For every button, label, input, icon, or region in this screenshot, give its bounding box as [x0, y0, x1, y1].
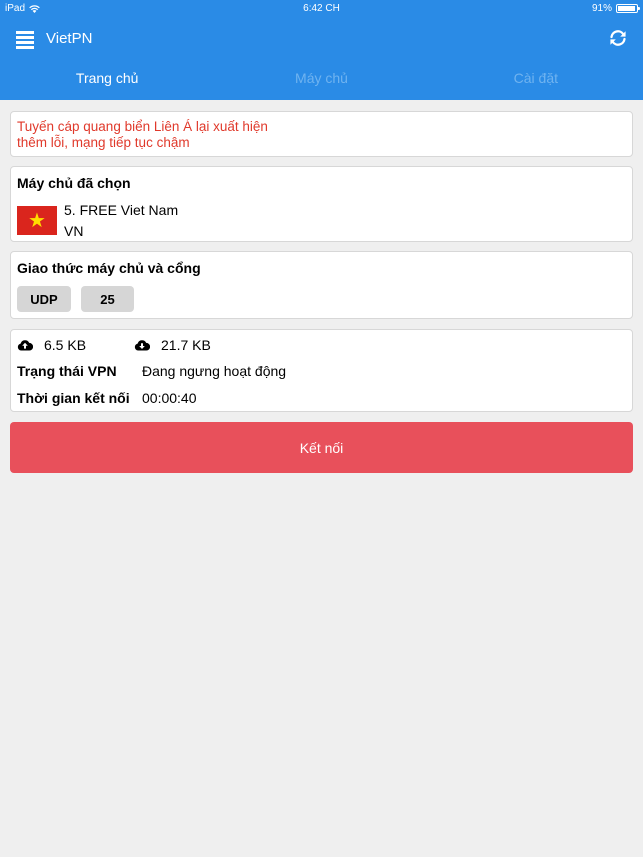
- server-name: 5. FREE Viet Nam: [64, 202, 179, 218]
- connect-button[interactable]: Kết nối: [10, 422, 633, 473]
- menu-icon[interactable]: [14, 28, 38, 50]
- status-time: 6:42 CH: [303, 3, 340, 14]
- vpn-status-label: Trạng thái VPN: [17, 363, 117, 379]
- protocol-button[interactable]: UDP: [17, 286, 71, 312]
- download-value: 21.7 KB: [161, 337, 211, 353]
- server-country-code: VN: [64, 223, 84, 239]
- cloud-upload-icon: [17, 340, 33, 351]
- status-bar: iPad 6:42 CH 91%: [0, 0, 643, 18]
- notice-line-1: Tuyến cáp quang biển Liên Á lại xuất hiệ…: [17, 119, 268, 134]
- tab-settings[interactable]: Cài đặt: [429, 70, 643, 90]
- battery-icon: [616, 4, 640, 13]
- port-button[interactable]: 25: [81, 286, 134, 312]
- refresh-icon[interactable]: [607, 27, 629, 49]
- vpn-status-value: Đang ngưng hoạt động: [142, 363, 287, 379]
- selected-server-card[interactable]: Máy chủ đã chọn ★ 5. FREE Viet Nam VN: [10, 166, 633, 242]
- connection-stats-card: 6.5 KB 21.7 KB Trạng thái VPN Đang ngưng…: [10, 329, 633, 412]
- protocol-title: Giao thức máy chủ và cổng: [17, 260, 201, 276]
- app-title: VietPN: [46, 30, 93, 47]
- cloud-download-icon: [134, 340, 150, 351]
- tab-home[interactable]: Trang chủ: [0, 70, 214, 90]
- protocol-card: Giao thức máy chủ và cổng UDP 25: [10, 251, 633, 319]
- connection-time-label: Thời gian kết nối: [17, 390, 130, 406]
- connection-time-value: 00:00:40: [142, 390, 197, 406]
- tab-bar: Trang chủ Máy chủ Cài đặt: [0, 70, 643, 90]
- selected-server-title: Máy chủ đã chọn: [17, 175, 131, 191]
- nav-bar: VietPN Trang chủ Máy chủ Cài đặt: [0, 18, 643, 100]
- notice-line-2: thêm lỗi, mạng tiếp tục chậm: [17, 135, 190, 150]
- battery-percent: 91%: [591, 3, 612, 14]
- notice-card: Tuyến cáp quang biển Liên Á lại xuất hiệ…: [10, 111, 633, 157]
- upload-value: 6.5 KB: [44, 337, 87, 353]
- status-right: 91%: [591, 3, 640, 14]
- vietnam-flag-icon: ★: [17, 206, 57, 235]
- tab-servers[interactable]: Máy chủ: [214, 70, 428, 90]
